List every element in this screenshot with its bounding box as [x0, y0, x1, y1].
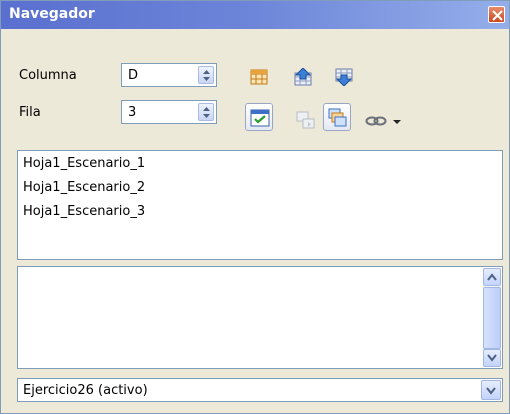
- dropdown-arrow-icon[interactable]: [386, 107, 408, 129]
- row-label: Fila: [19, 105, 41, 120]
- close-icon: [492, 10, 503, 21]
- scenario-comment-box[interactable]: [17, 266, 503, 369]
- list-item[interactable]: Hoja1_Escenario_1: [23, 156, 145, 171]
- spin-arrows-icon: [203, 107, 210, 118]
- chevron-down-icon: [486, 387, 496, 395]
- scenarios-icon: [328, 108, 347, 127]
- row-value[interactable]: 3: [128, 105, 136, 120]
- title-bar[interactable]: Navegador: [1, 1, 509, 29]
- document-selector-dropdown[interactable]: [481, 380, 501, 400]
- drag-mode-icon[interactable]: [361, 107, 387, 129]
- row-spin-arrows[interactable]: [198, 103, 214, 121]
- scroll-up-button[interactable]: [483, 268, 501, 286]
- close-button[interactable]: [488, 6, 505, 23]
- document-selector-value: Ejercicio26 (activo): [23, 383, 148, 398]
- toggle-icon: [250, 109, 270, 127]
- end-icon[interactable]: [331, 64, 353, 86]
- toggle-button[interactable]: [245, 103, 273, 131]
- window-title: Navegador: [9, 6, 95, 22]
- contents-icon: [292, 107, 315, 129]
- chevron-up-icon: [487, 273, 497, 281]
- list-item[interactable]: Hoja1_Escenario_3: [23, 204, 145, 219]
- scenarios-button[interactable]: [323, 103, 351, 131]
- start-icon[interactable]: [290, 64, 312, 86]
- vertical-scrollbar[interactable]: [483, 268, 501, 367]
- column-spin-arrows[interactable]: [198, 66, 214, 84]
- column-spinbox[interactable]: D: [121, 63, 217, 87]
- scroll-down-button[interactable]: [483, 349, 501, 367]
- scroll-thumb[interactable]: [483, 287, 501, 349]
- data-range-icon[interactable]: [246, 65, 268, 87]
- row-spinbox[interactable]: 3: [121, 100, 217, 124]
- column-value[interactable]: D: [128, 68, 138, 83]
- spin-arrows-icon: [203, 70, 210, 81]
- scenario-list[interactable]: Hoja1_Escenario_1 Hoja1_Escenario_2 Hoja…: [17, 150, 503, 260]
- column-label: Columna: [19, 68, 77, 83]
- document-selector[interactable]: Ejercicio26 (activo): [17, 378, 503, 402]
- navigator-window: Navegador Columna D Fila 3 Hoja1_Escenar…: [0, 0, 510, 414]
- list-item[interactable]: Hoja1_Escenario_2: [23, 180, 145, 195]
- chevron-down-icon: [487, 354, 497, 362]
